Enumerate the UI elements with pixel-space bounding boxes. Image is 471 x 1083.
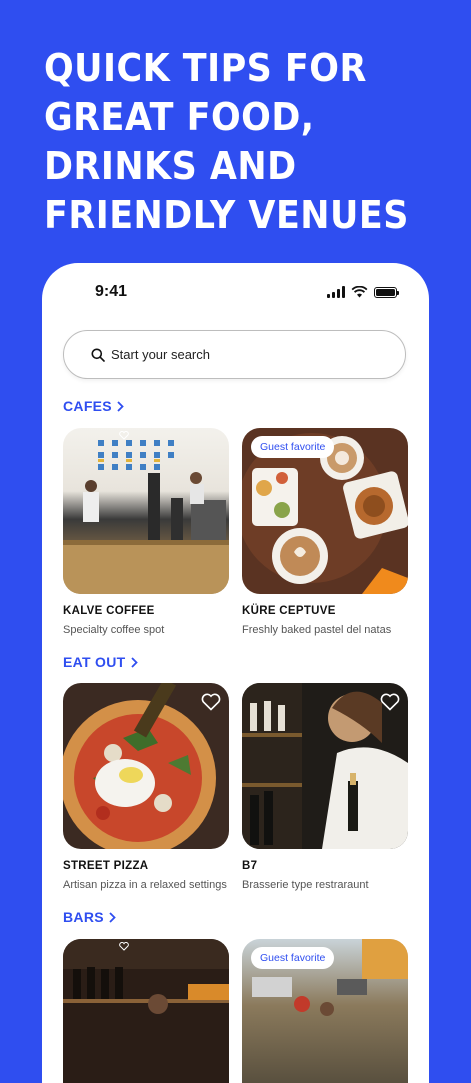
chevron-right-icon (117, 400, 124, 412)
section-title: CAFES (63, 398, 112, 414)
venue-description: Artisan pizza in a relaxed settings (63, 879, 227, 891)
venue-description: Freshly baked pastel del natas (242, 624, 392, 636)
search-icon (91, 348, 105, 362)
heart-icon[interactable] (380, 693, 400, 711)
venue-photo: Guest favorite (242, 939, 408, 1083)
venue-name: STREET PIZZA (63, 860, 149, 872)
battery-icon (374, 286, 399, 298)
section-cafes-link[interactable]: CAFES (63, 398, 124, 414)
heart-icon[interactable] (119, 431, 129, 440)
guest-favorite-badge: Guest favorite (251, 947, 335, 969)
venue-description: Brasserie type restraraunt (242, 879, 369, 891)
search-bar[interactable]: Start your search (63, 330, 406, 379)
venue-photo (63, 428, 229, 594)
venue-name: B7 (242, 860, 258, 872)
search-placeholder: Start your search (111, 347, 210, 362)
status-icons (327, 286, 399, 298)
section-title: BARS (63, 909, 104, 925)
section-bars-link[interactable]: BARS (63, 909, 116, 925)
signal-icon (327, 286, 345, 298)
chevron-right-icon (109, 911, 116, 923)
venue-photo (63, 683, 229, 849)
venue-name: KALVE COFFEE (63, 605, 155, 617)
card-bar-1[interactable] (63, 939, 229, 1083)
section-eat-out-link[interactable]: EAT OUT (63, 654, 138, 670)
venue-description: Specialty coffee spot (63, 624, 165, 636)
card-bar-2[interactable]: Guest favorite (242, 939, 408, 1083)
status-time: 9:41 (95, 283, 128, 300)
venue-name: KÜRE CEPTUVE (242, 605, 336, 617)
venue-photo (242, 683, 408, 849)
chevron-right-icon (130, 656, 138, 668)
card-b7[interactable]: B7 Brasserie type restraraunt (242, 683, 408, 891)
phone-screen: 9:41 Start your search CAFES KALVE COFFE… (42, 263, 429, 1083)
card-street-pizza[interactable]: STREET PIZZA Artisan pizza in a relaxed … (63, 683, 229, 891)
card-kure-ceptuve[interactable]: Guest favorite KÜRE CEPTUVE Freshly bake… (242, 428, 408, 636)
headline: QUICK TIPS FOR GREAT FOOD, DRINKS AND FR… (44, 46, 409, 237)
guest-favorite-badge: Guest favorite (251, 436, 335, 458)
section-title: EAT OUT (63, 654, 126, 670)
venue-photo (63, 939, 229, 1083)
wifi-icon (351, 286, 368, 298)
heart-icon[interactable] (119, 942, 129, 951)
heart-icon[interactable] (201, 693, 221, 711)
status-bar: 9:41 (42, 263, 429, 323)
venue-photo: Guest favorite (242, 428, 408, 594)
card-kalve-coffee[interactable]: KALVE COFFEE Specialty coffee spot (63, 428, 229, 636)
